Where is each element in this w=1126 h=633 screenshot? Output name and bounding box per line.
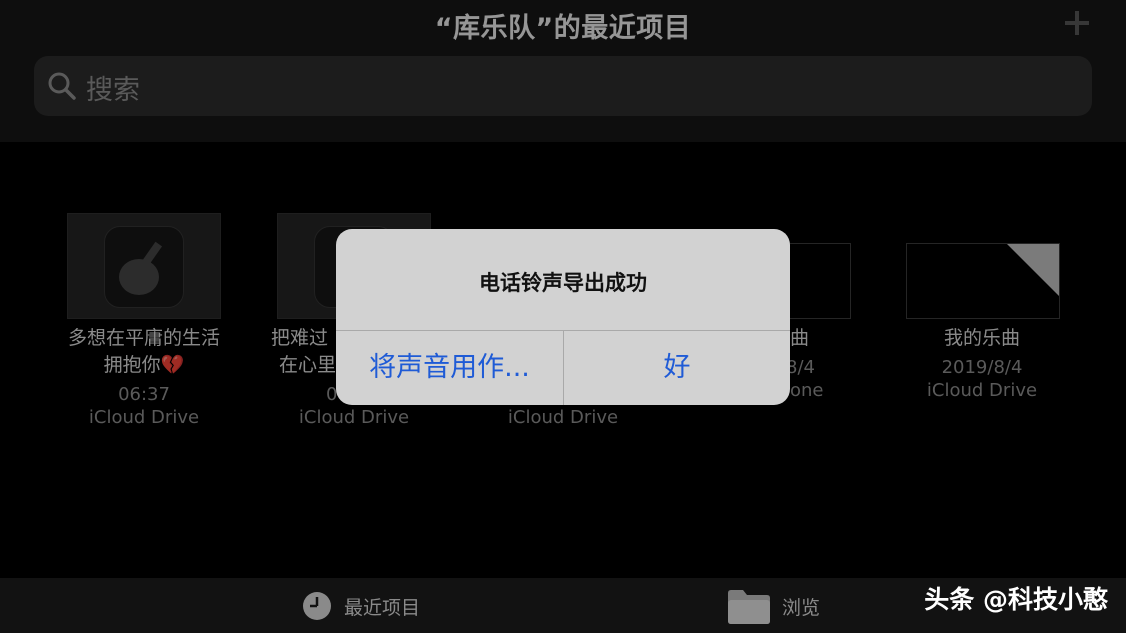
watermark: 头条 @科技小憨 (924, 585, 1108, 614)
clock-icon (303, 592, 331, 620)
folder-icon (728, 590, 770, 624)
tab-recent-label: 最近项目 (344, 597, 421, 619)
tab-browse-label: 浏览 (782, 597, 821, 619)
tab-browse[interactable]: 浏览 (726, 578, 846, 633)
export-success-alert: 电话铃声导出成功 将声音用作... 好 (336, 229, 790, 405)
ok-button[interactable]: 好 (564, 331, 790, 405)
alert-title: 电话铃声导出成功 (479, 271, 647, 295)
use-sound-as-button[interactable]: 将声音用作... (336, 331, 563, 405)
tab-recent[interactable]: 最近项目 (302, 578, 442, 633)
